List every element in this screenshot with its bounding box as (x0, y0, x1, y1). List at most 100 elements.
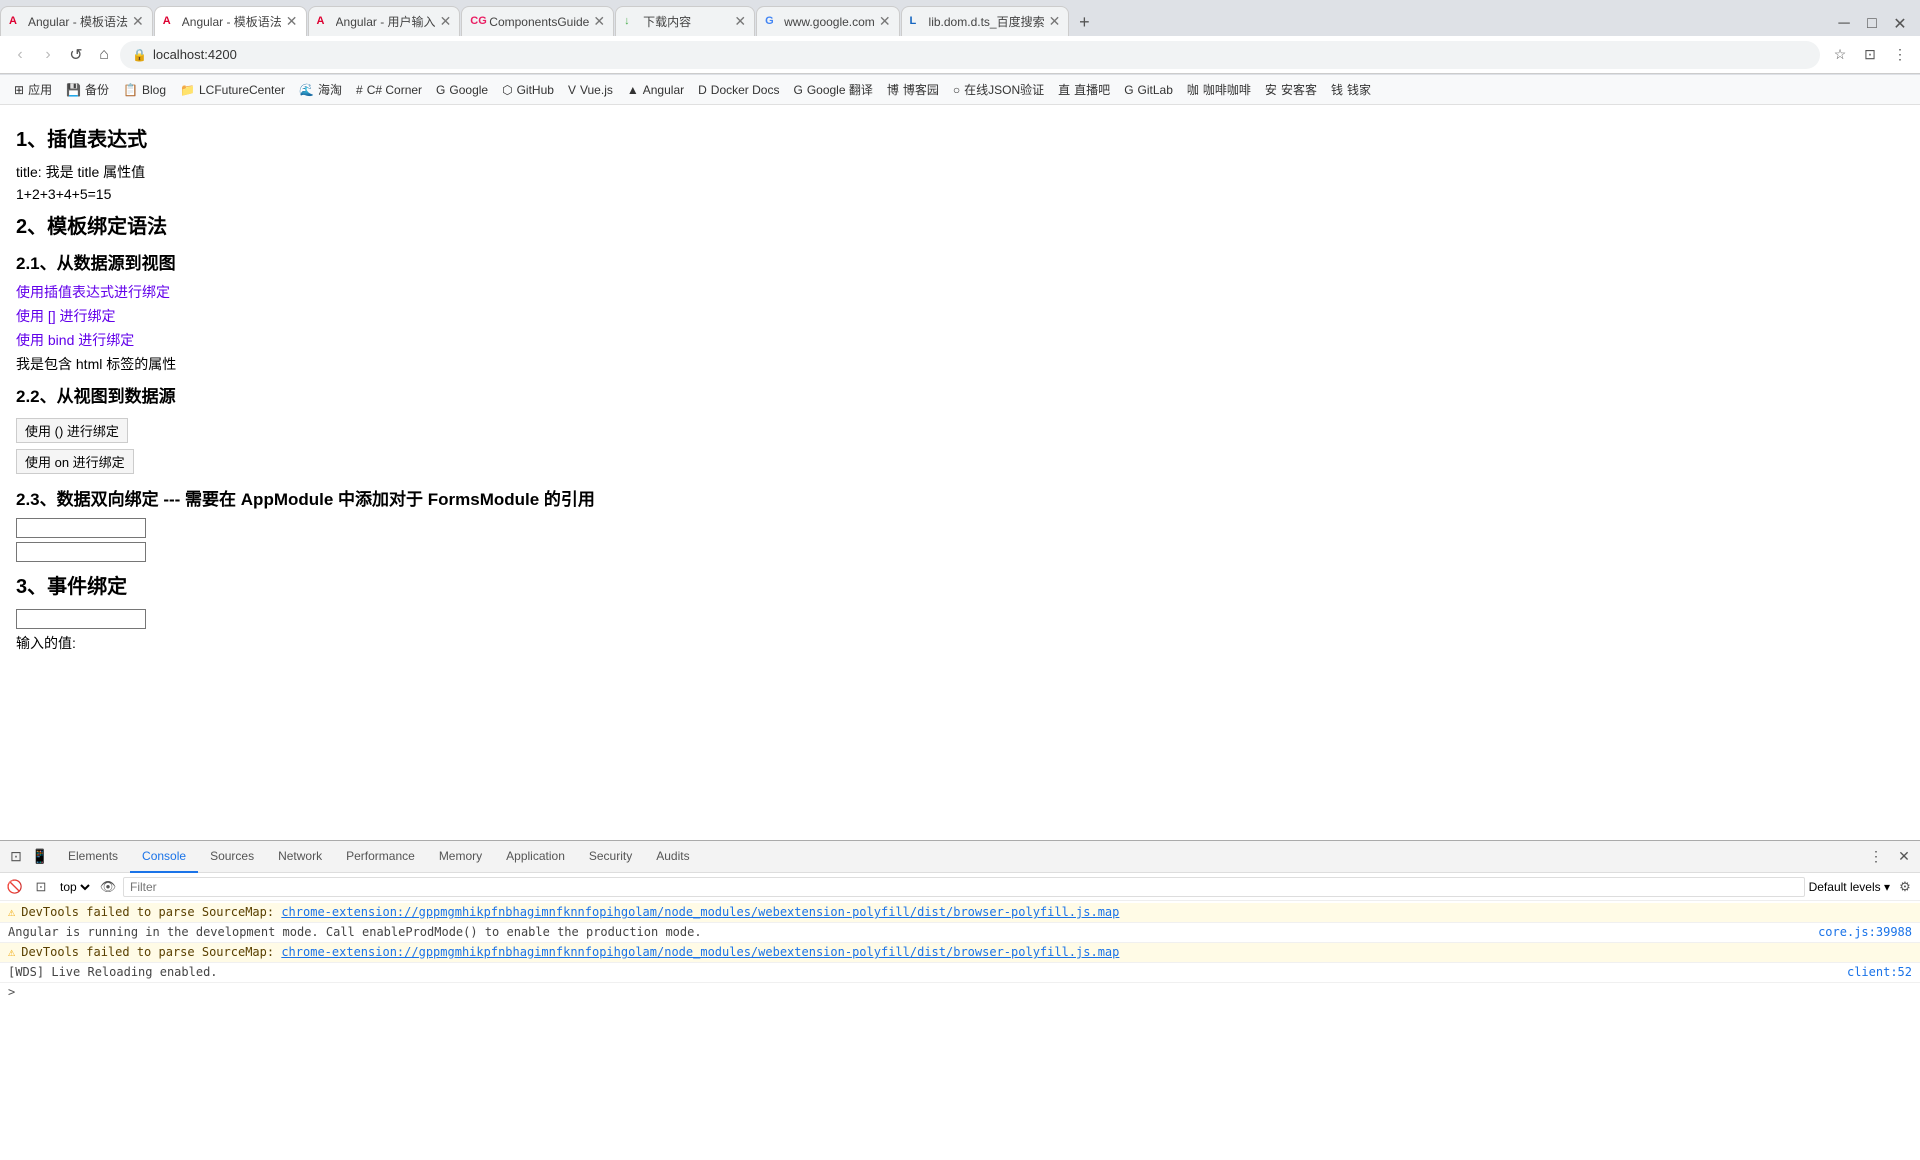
devtools-tab-security[interactable]: Security (577, 841, 644, 873)
tab-5[interactable]: ↓ 下载内容 ✕ (615, 6, 755, 36)
console-filter-btn[interactable]: ⊡ (30, 876, 52, 898)
devtools-mobile-icon[interactable]: 📱 (28, 845, 52, 869)
bookmark-blog[interactable]: 📋Blog (117, 81, 172, 99)
devtools-tab-audits[interactable]: Audits (644, 841, 701, 873)
bookmark-zhibo[interactable]: 直直播吧 (1052, 79, 1116, 100)
tab-4-title: ComponentsGuide (489, 15, 589, 29)
console-line-4-source[interactable]: client:52 (1847, 965, 1912, 979)
home-button[interactable]: ⌂ (92, 43, 116, 67)
extension-icon[interactable]: ⊡ (1858, 43, 1882, 67)
backup-icon: 💾 (66, 83, 81, 97)
bookmark-anke[interactable]: 安安客客 (1259, 79, 1323, 100)
devtools-tab-memory[interactable]: Memory (427, 841, 494, 873)
prompt-icon: > (8, 985, 15, 999)
console-eye-icon[interactable]: 👁 (97, 876, 119, 898)
console-line-1-text: DevTools failed to parse SourceMap: chro… (21, 905, 1912, 919)
sourcemap-link-2[interactable]: chrome-extension://gppmgmhikpfnbhagimnfk… (281, 945, 1119, 959)
devtools-tab-performance[interactable]: Performance (334, 841, 427, 873)
event-bind-input[interactable] (16, 609, 146, 629)
devtools-inspect-icon[interactable]: ⊡ (4, 845, 28, 869)
maximize-button[interactable]: □ (1860, 12, 1884, 36)
devtools-tab-console[interactable]: Console (130, 841, 198, 873)
section-3-title: 3、事件绑定 (16, 570, 1904, 599)
event-bind-btn1[interactable]: 使用 () 进行绑定 (16, 418, 128, 443)
bookmark-translate[interactable]: GGoogle 翻译 (787, 79, 878, 100)
csharp-icon: # (356, 83, 363, 97)
translate-icon: G (793, 83, 802, 97)
devtools-more-icon[interactable]: ⋮ (1864, 845, 1888, 869)
tab-4[interactable]: CG ComponentsGuide ✕ (461, 6, 614, 36)
console-input[interactable] (21, 985, 1912, 999)
console-line-2-text: Angular is running in the development mo… (8, 925, 1818, 939)
bookmark-backup[interactable]: 💾备份 (60, 79, 115, 100)
bookmark-vuejs[interactable]: VVue.js (562, 81, 619, 99)
section-2-2-title: 2.2、从视图到数据源 (16, 382, 1904, 407)
bookmark-google[interactable]: GGoogle (430, 81, 494, 99)
two-way-bind-input2[interactable] (16, 542, 146, 562)
console-line-2-source[interactable]: core.js:39988 (1818, 925, 1912, 939)
bookmark-lcfuture[interactable]: 📁LCFutureCenter (174, 81, 291, 99)
bookmark-gitlab[interactable]: GGitLab (1118, 81, 1179, 99)
tab-4-close[interactable]: ✕ (593, 13, 605, 30)
bookmark-cnblogs[interactable]: 博博客园 (881, 79, 945, 100)
star-icon[interactable]: ☆ (1828, 43, 1852, 67)
bookmark-csharp[interactable]: #C# Corner (350, 81, 428, 99)
bookmark-github[interactable]: ⬡GitHub (496, 81, 560, 99)
bookmark-jsonvalidate[interactable]: ○在线JSON验证 (947, 79, 1050, 100)
console-filter-input[interactable] (123, 877, 1805, 897)
tab-6[interactable]: G www.google.com ✕ (756, 6, 899, 36)
tab-6-close[interactable]: ✕ (879, 13, 891, 30)
tab-1[interactable]: A Angular - 模板语法 ✕ (0, 6, 153, 36)
qian-icon: 钱 (1331, 81, 1343, 98)
lock-icon: 🔒 (132, 48, 147, 62)
tab-5-close[interactable]: ✕ (734, 13, 746, 30)
bind-keyword-link[interactable]: 使用 bind 进行绑定 (16, 330, 1904, 350)
tab-1-title: Angular - 模板语法 (28, 13, 128, 30)
bookmark-docker[interactable]: DDocker Docs (692, 81, 785, 99)
nav-buttons: ‹ › ↺ ⌂ (8, 43, 116, 67)
devtools-tab-bar: ⊡ 📱 Elements Console Sources Network Per… (0, 841, 1920, 873)
url-bar[interactable]: 🔒 localhost:4200 (120, 41, 1820, 69)
devtools-tab-sources[interactable]: Sources (198, 841, 266, 873)
devtools-tab-elements[interactable]: Elements (56, 841, 130, 873)
toolbar-icons: ☆ ⊡ ⋮ (1828, 43, 1912, 67)
bookmark-apps[interactable]: ⊞应用 (8, 79, 58, 100)
reload-button[interactable]: ↺ (64, 43, 88, 67)
bookmark-coffee[interactable]: 咖咖啡咖啡 (1181, 79, 1257, 100)
console-levels-select[interactable]: Default levels ▾ (1809, 880, 1890, 894)
tab-2-close[interactable]: ✕ (286, 13, 298, 30)
tab-2[interactable]: A Angular - 模板语法 ✕ (154, 6, 307, 36)
close-button[interactable]: ✕ (1888, 12, 1912, 36)
interpolation-bind-link[interactable]: 使用插值表达式进行绑定 (16, 282, 1904, 302)
section-2-1-title: 2.1、从数据源到视图 (16, 249, 1904, 274)
two-way-bind-input1[interactable] (16, 518, 146, 538)
minimize-button[interactable]: ─ (1832, 12, 1856, 36)
sourcemap-link-1[interactable]: chrome-extension://gppmgmhikpfnbhagimnfk… (281, 905, 1119, 919)
address-bar: ‹ › ↺ ⌂ 🔒 localhost:4200 ☆ ⊡ ⋮ (0, 36, 1920, 74)
tab-1-close[interactable]: ✕ (132, 13, 144, 30)
bookmark-angular[interactable]: ▲Angular (621, 81, 690, 99)
console-line-3: ⚠ DevTools failed to parse SourceMap: ch… (0, 943, 1920, 963)
vuejs-icon: V (568, 83, 576, 97)
devtools-tab-application[interactable]: Application (494, 841, 577, 873)
tab-3-close[interactable]: ✕ (440, 13, 452, 30)
console-settings-icon[interactable]: ⚙ (1894, 876, 1916, 898)
tab-7[interactable]: L lib.dom.d.ts_百度搜索 ✕ (901, 6, 1070, 36)
console-context-select[interactable]: top (56, 879, 93, 895)
page-content: 1、插值表达式 title: 我是 title 属性值 1+2+3+4+5=15… (0, 105, 1920, 840)
bracket-bind-link[interactable]: 使用 [] 进行绑定 (16, 306, 1904, 326)
tab-4-favicon: CG (470, 15, 484, 29)
back-button[interactable]: ‹ (8, 43, 32, 67)
tab-7-close[interactable]: ✕ (1049, 13, 1061, 30)
bookmark-qian[interactable]: 钱钱家 (1325, 79, 1377, 100)
menu-icon[interactable]: ⋮ (1888, 43, 1912, 67)
devtools-close-icon[interactable]: ✕ (1892, 845, 1916, 869)
event-bind-btn2[interactable]: 使用 on 进行绑定 (16, 449, 134, 474)
bookmark-haitao[interactable]: 🌊海淘 (293, 79, 348, 100)
tab-3[interactable]: A Angular - 用户输入 ✕ (308, 6, 461, 36)
tab-6-favicon: G (765, 15, 779, 29)
new-tab-button[interactable]: + (1070, 8, 1098, 36)
console-clear-btn[interactable]: 🚫 (4, 876, 26, 898)
forward-button[interactable]: › (36, 43, 60, 67)
devtools-tab-network[interactable]: Network (266, 841, 334, 873)
